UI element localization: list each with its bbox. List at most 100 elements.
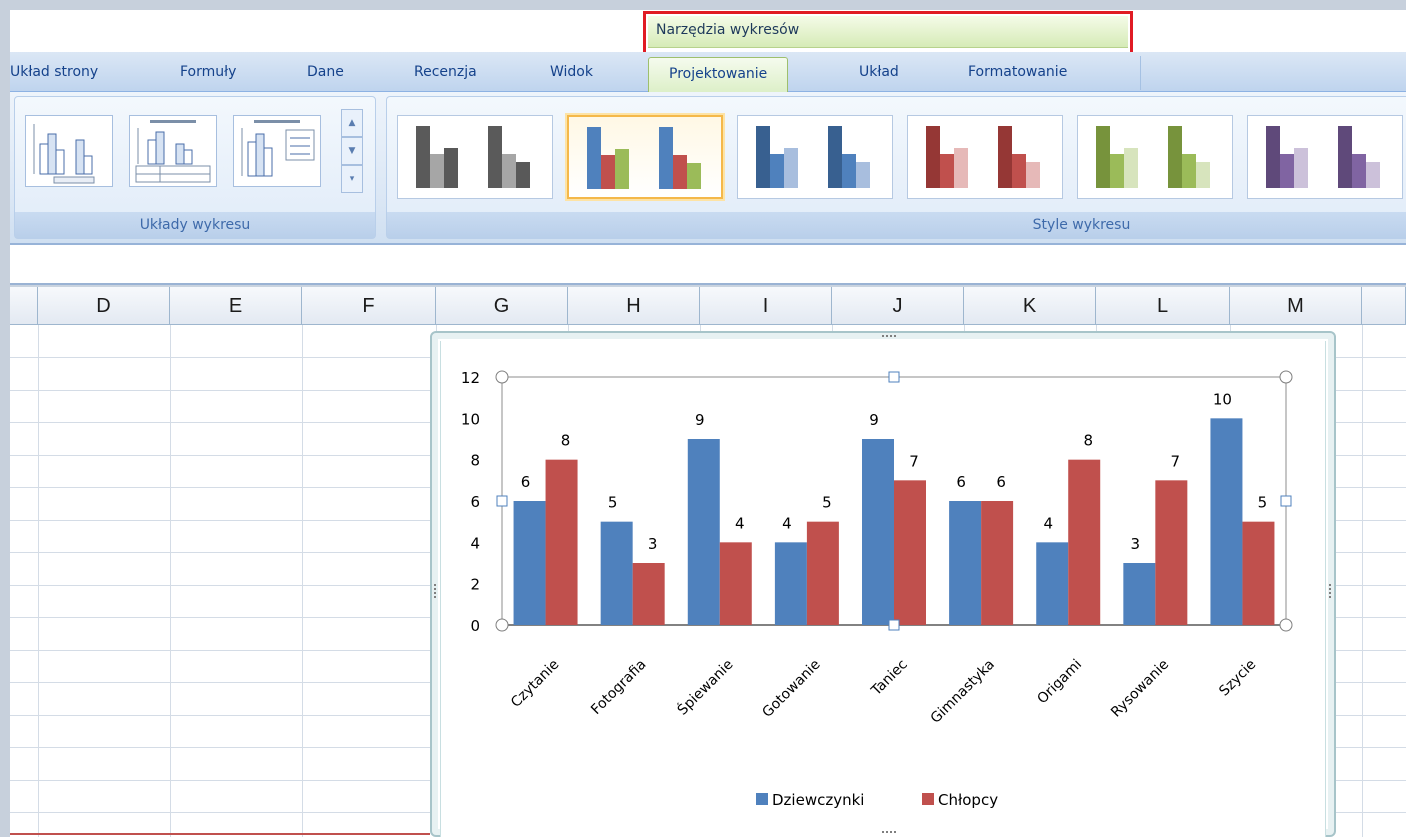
column-headers: DEFGHIJKLM (10, 287, 1406, 325)
bar-dziewczynki[interactable] (1036, 542, 1069, 625)
resize-handle-bottom-left[interactable] (495, 618, 509, 632)
bar-dziewczynki[interactable] (949, 501, 982, 625)
frame-grip-dots[interactable] (882, 335, 884, 337)
bar-dziewczynki[interactable] (513, 501, 546, 625)
scroll-down-icon[interactable]: ▼ (341, 137, 363, 165)
bar-chłopcy[interactable] (719, 542, 752, 625)
tab-formulas[interactable]: Formuły (180, 52, 236, 92)
chart-style-multicolor-icon (587, 127, 701, 189)
frame-grip-dots[interactable] (882, 831, 884, 833)
column-header-next[interactable] (1362, 287, 1406, 325)
frame-grip-dots[interactable] (890, 335, 892, 337)
column-header-e[interactable]: E (170, 287, 302, 325)
column-header-g[interactable]: G (436, 287, 568, 325)
tab-data[interactable]: Dane (307, 52, 344, 92)
grid-column-line (302, 325, 303, 837)
resize-handle-top-left[interactable] (495, 370, 509, 384)
frame-grip-dots[interactable] (894, 335, 896, 337)
column-header-k[interactable]: K (964, 287, 1096, 325)
chart-layout-2-button[interactable] (129, 115, 217, 187)
window-frame-left (0, 0, 10, 837)
bar-chart[interactable]: 0 2 4 6 8 10 12 6 8 Czytanie 5 3 Fotografia 9 4 Śpiewan… (430, 331, 1336, 837)
data-label: 9 (695, 411, 705, 429)
data-label: 6 (521, 473, 531, 491)
resize-handle-top-right[interactable] (1279, 370, 1293, 384)
expand-gallery-icon[interactable]: ▾ (341, 165, 363, 193)
bar-dziewczynki[interactable] (687, 439, 720, 625)
frame-grip-dots[interactable] (886, 831, 888, 833)
category-label: Fotografia (588, 657, 649, 718)
chart-layouts-group-label: Układy wykresu (15, 212, 375, 238)
tab-review[interactable]: Recenzja (414, 52, 477, 92)
y-tick-label: 12 (461, 369, 480, 387)
tab-view[interactable]: Widok (550, 52, 593, 92)
category-label: Czytanie (508, 657, 562, 711)
frame-grip-dots[interactable] (434, 592, 436, 594)
chart-style-gray-button[interactable] (397, 115, 553, 199)
y-tick-label: 6 (470, 493, 480, 511)
bar-dziewczynki[interactable] (774, 542, 807, 625)
chart-style-gray-icon (416, 126, 530, 188)
chart-layout-1-button[interactable] (25, 115, 113, 187)
bar-dziewczynki[interactable] (1210, 418, 1243, 625)
chart-style-green-button[interactable] (1077, 115, 1233, 199)
resize-handle-bottom-right[interactable] (1279, 618, 1293, 632)
data-label: 5 (1258, 494, 1268, 512)
frame-grip-dots[interactable] (1329, 596, 1331, 598)
bar-chłopcy[interactable] (545, 459, 578, 625)
frame-grip-dots[interactable] (434, 588, 436, 590)
bar-dziewczynki[interactable] (1123, 563, 1156, 625)
chart-style-multicolor-button[interactable] (567, 115, 723, 199)
resize-handle-right[interactable] (1280, 495, 1292, 507)
frame-grip-dots[interactable] (1329, 592, 1331, 594)
category-label: Origami (1034, 657, 1085, 708)
bar-chłopcy[interactable] (1068, 459, 1101, 625)
scroll-up-icon[interactable]: ▲ (341, 109, 363, 137)
column-header-j[interactable]: J (832, 287, 964, 325)
bar-chłopcy[interactable] (1155, 480, 1188, 625)
column-header-m[interactable]: M (1230, 287, 1362, 325)
column-header-h[interactable]: H (568, 287, 700, 325)
frame-grip-dots[interactable] (1329, 588, 1331, 590)
bar-chłopcy[interactable] (806, 521, 839, 625)
data-label: 3 (648, 535, 658, 553)
tab-format[interactable]: Formatowanie (968, 52, 1067, 92)
chart-style-red-button[interactable] (907, 115, 1063, 199)
data-label: 5 (608, 494, 618, 512)
frame-grip-dots[interactable] (1329, 584, 1331, 586)
chart-style-purple-icon (1266, 126, 1380, 188)
category-label: Szycie (1216, 657, 1259, 700)
bar-chłopcy[interactable] (632, 563, 665, 625)
resize-handle-left[interactable] (496, 495, 508, 507)
column-header-i[interactable]: I (700, 287, 832, 325)
chart-layout-3-button[interactable] (233, 115, 321, 187)
column-header-l[interactable]: L (1096, 287, 1230, 325)
column-header-d[interactable]: D (38, 287, 170, 325)
bar-chłopcy[interactable] (894, 480, 926, 625)
bar-chłopcy[interactable] (1242, 521, 1275, 625)
row-header-corner (10, 287, 38, 325)
data-label: 3 (1131, 535, 1141, 553)
bar-dziewczynki[interactable] (600, 521, 633, 625)
frame-grip-dots[interactable] (434, 596, 436, 598)
chart-layout-3-icon (241, 120, 315, 177)
data-label: 7 (1171, 452, 1181, 470)
bar-chłopcy[interactable] (981, 501, 1014, 625)
formula-bar-area (10, 245, 1406, 285)
resize-handle-top[interactable] (888, 371, 900, 383)
legend-key-chłopcy (922, 793, 934, 805)
tab-page-layout[interactable]: Układ strony (10, 52, 98, 92)
tab-design[interactable]: Projektowanie (648, 57, 789, 93)
chart-style-purple-button[interactable] (1247, 115, 1403, 199)
frame-grip-dots[interactable] (894, 831, 896, 833)
bar-dziewczynki[interactable] (862, 439, 894, 625)
y-tick-label: 2 (470, 576, 480, 594)
data-label: 4 (735, 514, 745, 532)
frame-grip-dots[interactable] (886, 335, 888, 337)
frame-grip-dots[interactable] (434, 584, 436, 586)
frame-grip-dots[interactable] (890, 831, 892, 833)
chart-style-blue-button[interactable] (737, 115, 893, 199)
tab-chart-layout[interactable]: Układ (859, 52, 899, 92)
resize-handle-bottom[interactable] (888, 619, 900, 631)
column-header-f[interactable]: F (302, 287, 436, 325)
